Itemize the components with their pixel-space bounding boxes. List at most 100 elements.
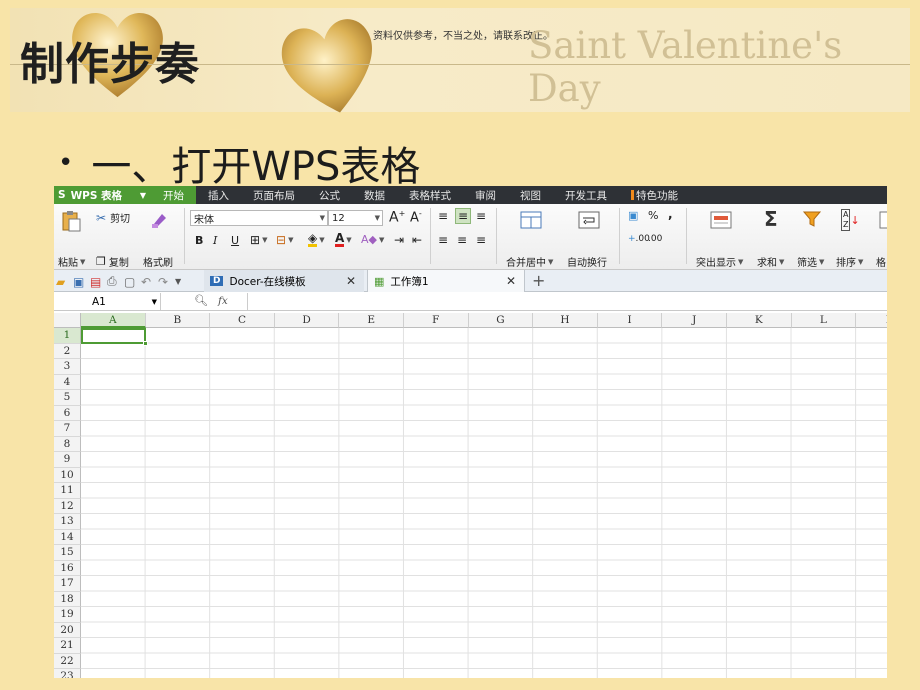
column-header[interactable]: L bbox=[791, 313, 857, 328]
increase-decimal-button[interactable]: + .00 bbox=[628, 234, 650, 244]
column-header[interactable]: H bbox=[533, 313, 598, 328]
highlight-icon-button[interactable] bbox=[710, 210, 732, 230]
redo-icon[interactable]: ↷ bbox=[158, 275, 175, 289]
row-header[interactable]: 1 bbox=[54, 328, 81, 344]
row-header[interactable]: 12 bbox=[54, 498, 81, 514]
sum-icon-button[interactable]: Σ bbox=[764, 207, 778, 231]
menu-page-layout[interactable]: 页面布局 bbox=[241, 186, 307, 204]
indent-increase-button[interactable]: ⇥ bbox=[394, 233, 404, 247]
print-preview-icon[interactable]: ▢ bbox=[124, 275, 141, 289]
row-header[interactable]: 9 bbox=[54, 452, 81, 468]
row-header[interactable]: 16 bbox=[54, 560, 81, 576]
formula-input[interactable] bbox=[247, 293, 887, 310]
row-header[interactable]: 5 bbox=[54, 390, 81, 406]
filter-icon-button[interactable] bbox=[802, 209, 822, 229]
menu-developer[interactable]: 开发工具 bbox=[553, 186, 619, 204]
align-right-button[interactable]: ≡ bbox=[476, 233, 486, 247]
row-header[interactable]: 11 bbox=[54, 483, 81, 499]
align-bottom-button[interactable]: ≡ bbox=[476, 209, 486, 223]
row-header[interactable]: 2 bbox=[54, 343, 81, 359]
increase-font-button[interactable]: A+ bbox=[389, 209, 405, 226]
italic-button[interactable]: I bbox=[213, 234, 217, 247]
currency-button[interactable]: ▣ bbox=[628, 209, 638, 222]
zoom-search-icon[interactable]: 🔍︎ bbox=[194, 294, 208, 307]
border-button[interactable]: ⊞ ▼ bbox=[250, 233, 267, 247]
format-painter-label[interactable]: 格式刷 bbox=[143, 254, 173, 269]
font-color-button[interactable]: A ▼ bbox=[335, 232, 352, 247]
percent-button[interactable]: % bbox=[648, 209, 658, 222]
paste-label-button[interactable]: 粘贴 ▼ bbox=[58, 254, 85, 270]
align-middle-button[interactable]: ≡ bbox=[455, 208, 472, 224]
column-header[interactable]: K bbox=[727, 313, 792, 328]
bold-button[interactable]: B bbox=[195, 234, 203, 247]
menu-features[interactable]: 特色功能 bbox=[619, 186, 690, 204]
row-header[interactable]: 3 bbox=[54, 359, 81, 375]
menu-data[interactable]: 数据 bbox=[352, 186, 397, 204]
sum-button[interactable]: 求和 ▼ bbox=[757, 254, 784, 270]
menu-home[interactable]: 开始 bbox=[151, 186, 196, 204]
column-header[interactable]: F bbox=[404, 313, 469, 328]
row-header[interactable]: 20 bbox=[54, 622, 81, 638]
align-center-button[interactable]: ≡ bbox=[457, 233, 467, 247]
font-size-select[interactable]: 12 ▼ bbox=[328, 210, 383, 226]
row-header[interactable]: 17 bbox=[54, 576, 81, 592]
select-all-corner[interactable] bbox=[54, 313, 81, 328]
row-header[interactable]: 6 bbox=[54, 405, 81, 421]
indent-decrease-button[interactable]: ⇤ bbox=[412, 233, 422, 247]
row-header[interactable]: 13 bbox=[54, 514, 81, 530]
clear-format-button[interactable]: A◆ ▼ bbox=[361, 233, 384, 246]
row-header[interactable]: 14 bbox=[54, 529, 81, 545]
menu-view[interactable]: 视图 bbox=[508, 186, 553, 204]
column-header[interactable]: I bbox=[597, 313, 663, 328]
column-header[interactable]: A bbox=[81, 313, 146, 328]
new-tab-button[interactable]: + bbox=[532, 271, 545, 290]
cut-button[interactable]: ✂ 剪切 bbox=[96, 210, 130, 226]
fx-icon[interactable]: fx bbox=[218, 295, 228, 307]
filter-button[interactable]: 筛选 ▼ bbox=[797, 254, 824, 270]
align-left-button[interactable]: ≡ bbox=[438, 233, 448, 247]
row-header[interactable]: 18 bbox=[54, 591, 81, 607]
export-pdf-icon[interactable]: ▤ bbox=[90, 275, 107, 289]
merge-center-button[interactable]: 合并居中 ▼ bbox=[506, 254, 553, 270]
row-header[interactable]: 23 bbox=[54, 669, 81, 678]
fill-color-button[interactable]: ◈ ▼ bbox=[308, 232, 325, 247]
row-header[interactable]: 22 bbox=[54, 653, 81, 669]
fill-handle[interactable] bbox=[143, 341, 148, 346]
cell-style-button[interactable]: ⊟ ▼ bbox=[276, 233, 293, 247]
row-header[interactable]: 7 bbox=[54, 421, 81, 437]
menu-review[interactable]: 审阅 bbox=[463, 186, 508, 204]
row-header[interactable]: 4 bbox=[54, 374, 81, 390]
row-header[interactable]: 21 bbox=[54, 638, 81, 654]
merge-icon-button[interactable] bbox=[520, 210, 542, 230]
undo-icon[interactable]: ↶ bbox=[141, 275, 158, 289]
comma-button[interactable]: , bbox=[668, 207, 673, 221]
font-name-select[interactable]: 宋体 ▼ bbox=[190, 210, 328, 226]
row-header[interactable]: 19 bbox=[54, 607, 81, 623]
column-header[interactable]: D bbox=[274, 313, 340, 328]
name-box[interactable]: A1 ▼ bbox=[54, 293, 161, 310]
copy-button[interactable]: ❐ 复制 bbox=[96, 254, 129, 269]
close-icon[interactable]: ✕ bbox=[346, 274, 356, 288]
column-header[interactable]: B bbox=[145, 313, 211, 328]
align-top-button[interactable]: ≡ bbox=[438, 209, 448, 223]
close-icon[interactable]: ✕ bbox=[506, 274, 516, 288]
open-folder-icon[interactable]: ▰ bbox=[56, 275, 73, 289]
menu-table-style[interactable]: 表格样式 bbox=[397, 186, 463, 204]
column-header[interactable]: I bbox=[856, 313, 887, 328]
sort-icon-button[interactable]: A Z ↓ bbox=[841, 209, 860, 231]
save-icon[interactable]: ▣ bbox=[73, 275, 90, 289]
tab-workbook[interactable]: ▦ 工作簿1 ✕ bbox=[367, 270, 525, 292]
menu-insert[interactable]: 插入 bbox=[196, 186, 241, 204]
format-icon-button[interactable] bbox=[879, 210, 887, 230]
active-cell[interactable] bbox=[81, 328, 146, 344]
format-painter-button[interactable] bbox=[150, 210, 170, 230]
paste-button[interactable] bbox=[60, 210, 82, 232]
wrap-icon-button[interactable] bbox=[578, 210, 600, 230]
cell-area[interactable] bbox=[81, 328, 887, 678]
format-button[interactable]: 格 bbox=[876, 254, 886, 269]
wrap-text-button[interactable]: 自动换行 bbox=[567, 254, 607, 269]
customize-caret-icon[interactable]: ▼ bbox=[175, 277, 189, 286]
column-header[interactable]: E bbox=[339, 313, 404, 328]
decrease-font-button[interactable]: A- bbox=[410, 209, 422, 225]
row-header[interactable]: 15 bbox=[54, 545, 81, 561]
